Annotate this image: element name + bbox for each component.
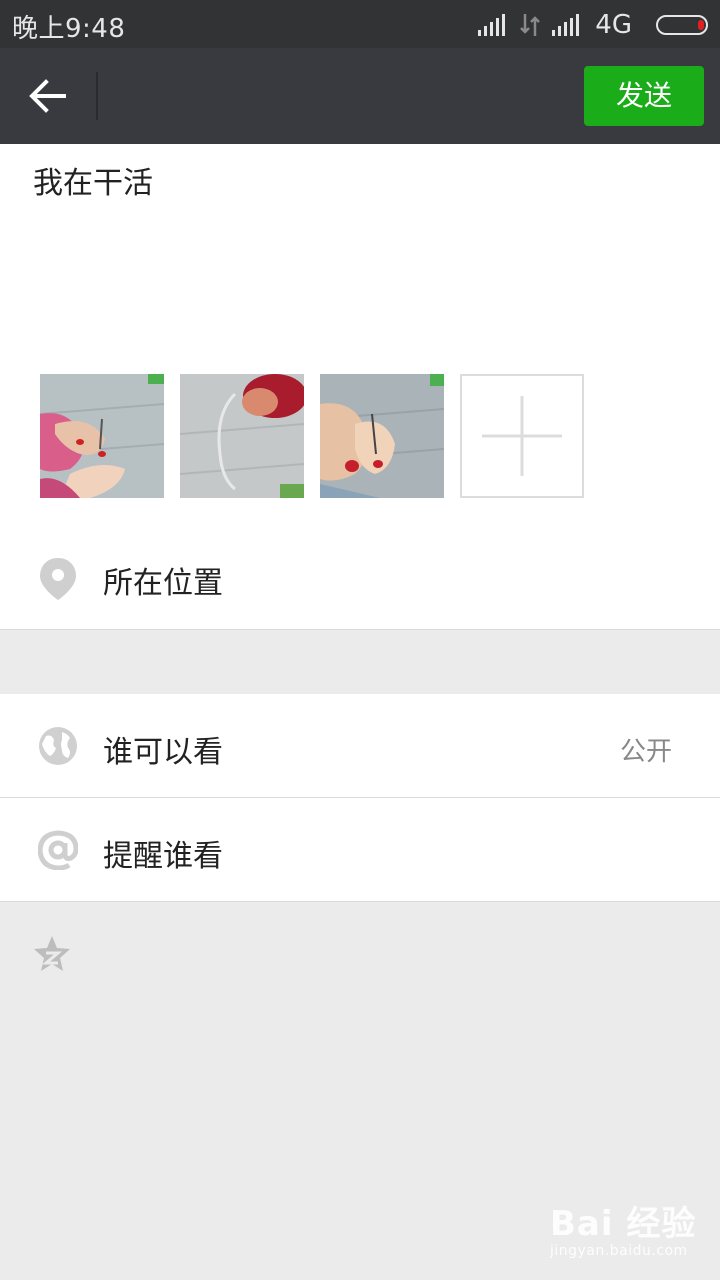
status-time: 晚上9:48 xyxy=(12,14,126,44)
location-label: 所在位置 xyxy=(103,566,223,601)
status-bar: 晚上9:48 4G xyxy=(0,0,720,48)
photo-thumbnail-2[interactable] xyxy=(180,374,304,498)
add-photo-button[interactable] xyxy=(460,374,584,498)
photo-thumbnail-3[interactable] xyxy=(320,374,444,498)
data-transfer-icon xyxy=(520,14,540,36)
section-gap xyxy=(0,630,720,694)
remind-who-label: 提醒谁看 xyxy=(103,839,223,874)
who-can-see-label: 谁可以看 xyxy=(103,735,223,770)
battery-level xyxy=(698,20,704,30)
send-button[interactable]: 发送 xyxy=(584,66,704,126)
location-pin-icon xyxy=(40,558,76,600)
top-nav-bar: 发送 xyxy=(0,48,720,144)
watermark-url: jingyan.baidu.com xyxy=(550,1243,688,1259)
signal-icon-2 xyxy=(552,14,579,36)
nav-divider xyxy=(96,72,98,120)
back-button[interactable] xyxy=(18,68,78,124)
location-row[interactable]: 所在位置 xyxy=(0,534,720,630)
watermark-logo: Bai 经验 jingyan.baidu.com xyxy=(550,1196,696,1259)
network-type: 4G xyxy=(595,10,632,40)
photo-thumbnail-1[interactable] xyxy=(40,374,164,498)
watermark-main: Bai 经验 xyxy=(550,1204,697,1244)
post-text-input[interactable]: 我在干活 xyxy=(33,158,153,202)
signal-icon xyxy=(478,14,505,36)
plus-icon xyxy=(482,396,562,476)
remind-who-row[interactable]: 提醒谁看 xyxy=(0,798,720,902)
qzone-star-icon[interactable] xyxy=(32,934,72,974)
who-can-see-row[interactable]: 谁可以看 公开 xyxy=(0,694,720,798)
status-indicators: 4G xyxy=(478,8,708,40)
compose-area: 我在干活 所在位置 xyxy=(0,144,720,630)
at-sign-icon xyxy=(38,830,78,870)
visibility-value: 公开 xyxy=(619,737,672,767)
globe-icon xyxy=(39,727,77,765)
arrow-left-icon xyxy=(29,79,66,113)
battery-icon xyxy=(656,15,708,35)
